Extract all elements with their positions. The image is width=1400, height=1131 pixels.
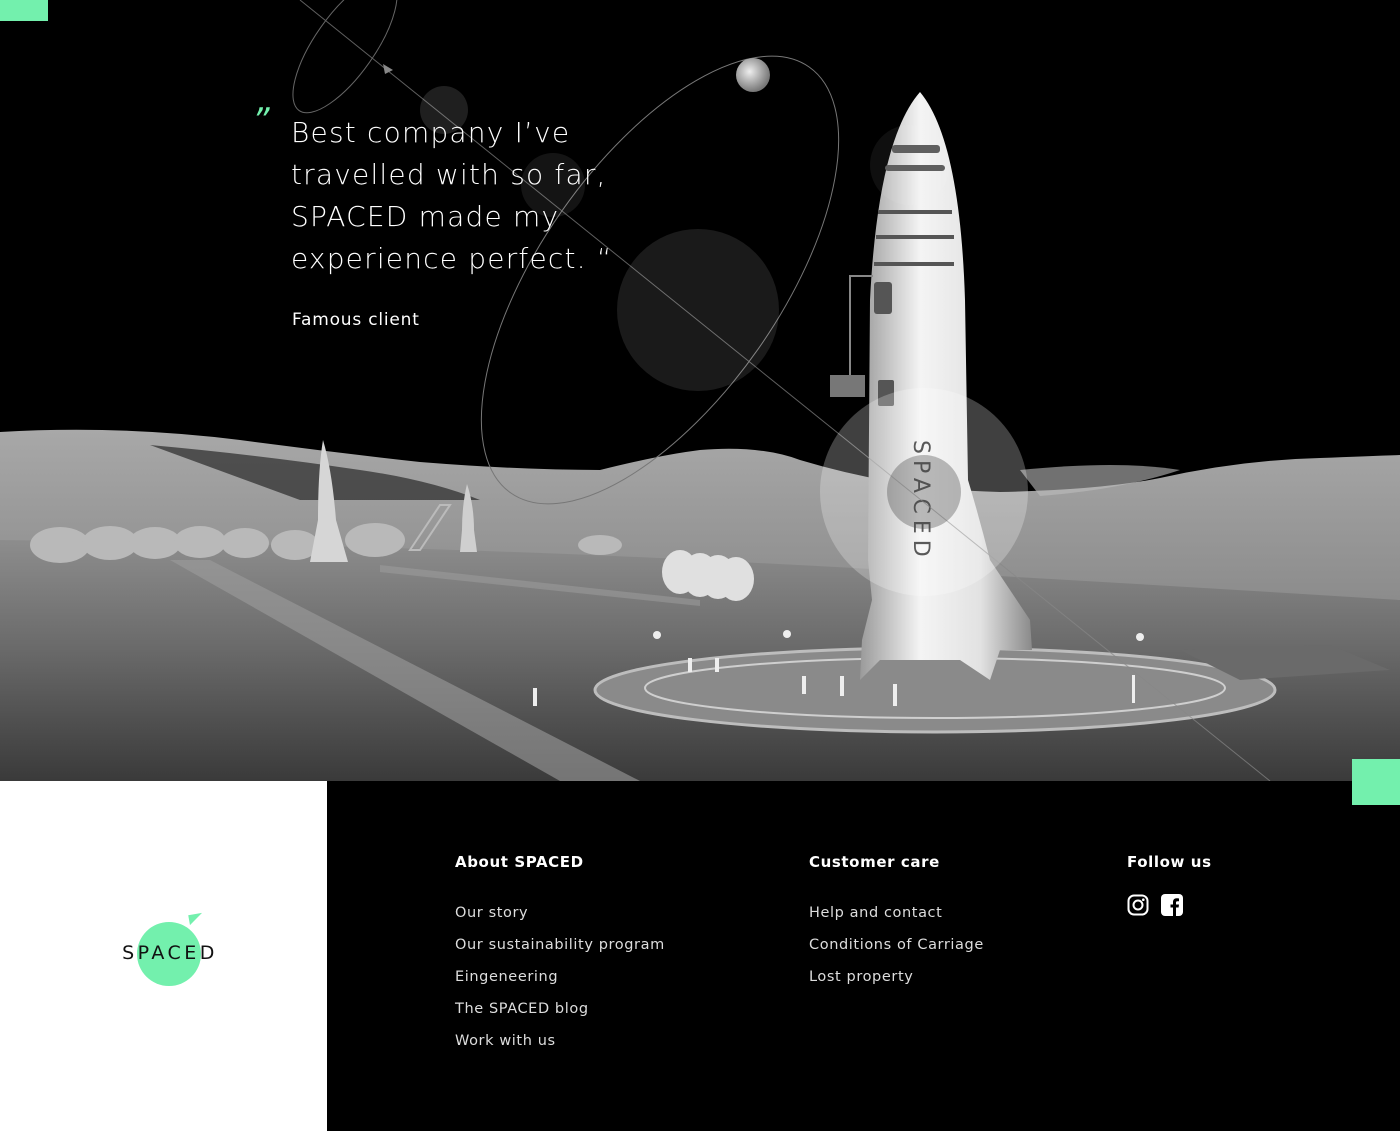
quote-mark-icon: ” bbox=[252, 101, 270, 141]
footer-link-work-with-us[interactable]: Work with us bbox=[455, 1032, 665, 1051]
social-links bbox=[1127, 894, 1212, 926]
testimonial-quote: Best company I’ve travelled with so far,… bbox=[291, 116, 613, 275]
footer-link-lost-property[interactable]: Lost property bbox=[809, 968, 984, 987]
footer-link-conditions[interactable]: Conditions of Carriage bbox=[809, 936, 984, 955]
footer-care-title: Customer care bbox=[809, 853, 940, 871]
footer-link-our-story[interactable]: Our story bbox=[455, 904, 665, 923]
footer-about-title: About SPACED bbox=[455, 853, 584, 871]
footer-link-sustainability[interactable]: Our sustainability program bbox=[455, 936, 665, 955]
moon-base-illustration: SPACED bbox=[0, 0, 1400, 781]
footer-follow-title: Follow us bbox=[1127, 853, 1212, 871]
footer-link-help-contact[interactable]: Help and contact bbox=[809, 904, 984, 923]
logo-text: SPACED bbox=[122, 942, 218, 964]
testimonial-author: Famous client bbox=[292, 310, 420, 330]
footer-column-about: About SPACED Our story Our sustainabilit… bbox=[455, 853, 665, 1064]
footer-link-engineering[interactable]: Eingeneering bbox=[455, 968, 665, 987]
accent-block-bottom-right bbox=[1352, 759, 1400, 805]
hero-section: SPACED ” Best company I’ve travelled wit… bbox=[0, 0, 1400, 781]
footer-column-follow: Follow us bbox=[1127, 853, 1212, 926]
footer-link-blog[interactable]: The SPACED blog bbox=[455, 1000, 665, 1019]
instagram-icon[interactable] bbox=[1127, 894, 1149, 916]
logo-triangle-icon bbox=[188, 912, 204, 926]
accent-block-top-left bbox=[0, 0, 48, 21]
footer: About SPACED Our story Our sustainabilit… bbox=[327, 781, 1400, 1131]
spaced-logo[interactable]: SPACED bbox=[115, 912, 225, 992]
footer-column-customer-care: Customer care Help and contact Condition… bbox=[809, 853, 984, 1000]
facebook-icon[interactable] bbox=[1161, 894, 1183, 916]
